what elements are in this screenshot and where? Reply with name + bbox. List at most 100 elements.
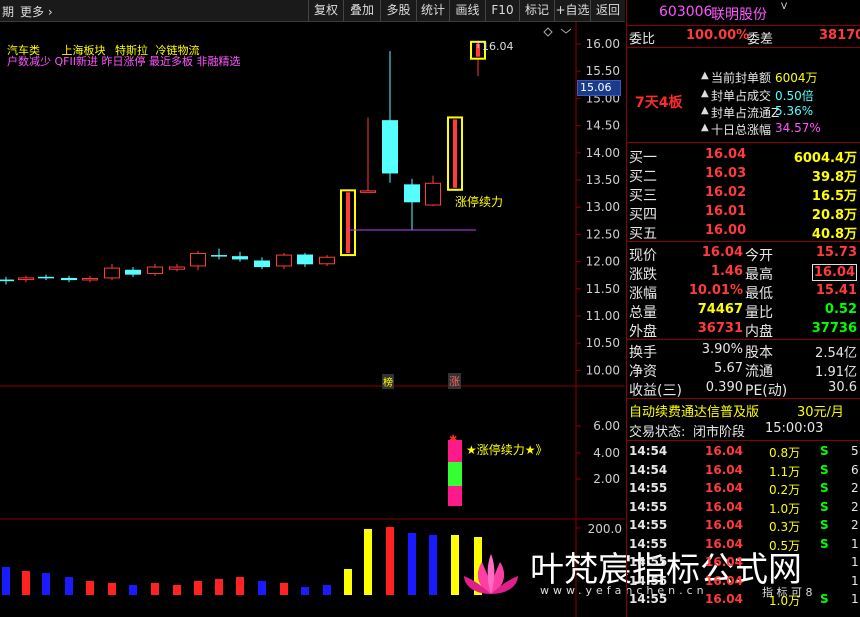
tick-row[interactable]: 14:55 16.04 1.0万 S 2: [627, 499, 860, 518]
price-axis-label: 10.00: [586, 363, 620, 377]
tick-time: 14:55: [629, 518, 668, 532]
candle-down[interactable]: [61, 277, 77, 281]
tick-row[interactable]: 14:55 16.04 1: [627, 554, 860, 573]
chart-toolbar: 期 更多 › 复权 叠加 多股 统计 画线 F10 标记 +自选 返回: [0, 0, 625, 22]
volume-bar: [173, 585, 181, 595]
tick-side: S: [820, 499, 829, 514]
tick-price: 16.04: [705, 536, 743, 551]
promo-row[interactable]: 自动续费通达信普及版 30元/月: [627, 400, 860, 420]
candle-up[interactable]: [190, 252, 206, 267]
seal-value: 6004万: [775, 71, 818, 85]
bid-row[interactable]: 买三 16.02 16.5万: [627, 184, 860, 204]
tick-row[interactable]: 14:55 16.04 1.0万 S 1: [627, 591, 860, 610]
candle-up[interactable]: [18, 277, 34, 281]
bid-row[interactable]: 买一 16.04 6004.4万: [627, 146, 860, 166]
tick-volume: 1.1万: [769, 464, 801, 479]
chevron-right-icon: ›: [44, 5, 53, 19]
tick-volume: 0.8万: [769, 446, 801, 460]
candle-down[interactable]: [382, 120, 398, 174]
bid-row[interactable]: 买五 16.00 40.8万: [627, 222, 860, 242]
tick-time: 14:55: [629, 555, 668, 569]
tick-price: 16.04: [705, 462, 743, 477]
indicator-axis-label: 6.00: [593, 419, 620, 433]
indicator-axis-label: 4.00: [593, 446, 620, 460]
limit-up-marker[interactable]: 涨: [448, 373, 461, 389]
toolbar-button[interactable]: +自选: [554, 0, 590, 21]
candle-up[interactable]: [82, 277, 98, 281]
bid-volume: 16.5万: [811, 189, 857, 204]
chevron-down-icon[interactable]: [560, 28, 572, 34]
candle-down[interactable]: [125, 269, 141, 275]
quote-value: 15.73: [815, 245, 857, 260]
quote-label: 涨跌: [629, 267, 657, 283]
candle-up[interactable]: [104, 267, 120, 279]
volume-bar: [65, 577, 73, 595]
diamond-icon[interactable]: [543, 27, 553, 37]
tick-count: 1: [851, 592, 859, 606]
candle-down[interactable]: [254, 260, 270, 268]
toolbar-button[interactable]: 复权: [308, 0, 343, 21]
weibi-value: 100.00%: [686, 28, 750, 43]
volume-bar: [386, 527, 394, 595]
stock-code: 603006: [659, 4, 713, 20]
bid-row[interactable]: 买四 16.01 20.8万: [627, 203, 860, 223]
quote-label: 今开: [745, 248, 773, 264]
candle-down[interactable]: [297, 254, 313, 265]
tick-count: 1: [851, 536, 859, 551]
candle-up[interactable]: [276, 254, 292, 267]
tick-row[interactable]: 14:55 16.04 0.3万 S 2: [627, 517, 860, 536]
candle-up[interactable]: [147, 266, 163, 275]
candle-down[interactable]: [232, 256, 248, 260]
tick-row[interactable]: 14:55 16.04 1: [627, 573, 860, 592]
toolbar-button[interactable]: 返回: [590, 0, 625, 21]
promo-text[interactable]: 自动续费通达信普及版: [629, 401, 759, 420]
toolbar-button[interactable]: 叠加: [343, 0, 380, 21]
candle-up[interactable]: [319, 256, 335, 265]
tick-volume: 0.3万: [769, 520, 801, 534]
seal-label: 十日总涨幅: [711, 123, 772, 137]
tick-row[interactable]: 14:55 16.04 0.5万 S 1: [627, 536, 860, 555]
fundamental-row: 净资 5.67 流通 1.91亿: [627, 360, 860, 380]
status-value: 闭市阶段: [693, 425, 746, 440]
tick-volume: 1.0万: [769, 594, 801, 608]
fund-label: 股本: [745, 345, 773, 361]
candle-down[interactable]: [211, 255, 227, 257]
fund-label: 收益(三): [629, 383, 682, 399]
volume-bar: [129, 585, 137, 595]
stock-name[interactable]: 联明股份: [711, 4, 767, 24]
high-price-label: 16.04: [482, 40, 514, 53]
volume-bar: [344, 569, 352, 595]
candle-up[interactable]: [169, 266, 185, 270]
toolbar-button[interactable]: 多股: [380, 0, 416, 21]
fundamental-row: 收益(三) 0.390 PE(动) 30.6: [627, 379, 860, 399]
tick-count: 5: [851, 444, 859, 458]
toolbar-button[interactable]: F10: [485, 0, 519, 21]
candle-up[interactable]: [425, 182, 441, 206]
tick-row[interactable]: 14:55 16.04 0.2万 S 2: [627, 480, 860, 499]
quote-row: 涨幅 10.01% 最低 15.41: [627, 282, 860, 302]
fund-value: 0.390: [705, 380, 743, 395]
tick-price: 16.04: [705, 555, 743, 569]
rank-marker[interactable]: 榜: [382, 374, 394, 389]
tick-row[interactable]: 14:54 16.04 1.1万 S 6: [627, 462, 860, 481]
kline-chart[interactable]: 16.0015.5015.0014.5014.0013.5013.0012.50…: [0, 22, 625, 617]
tick-time: 14:55: [629, 481, 668, 495]
bid-row[interactable]: 买二 16.03 39.8万: [627, 165, 860, 185]
period-label[interactable]: 期: [2, 3, 14, 20]
fundamental-row: 换手 3.90% 股本 2.54亿: [627, 341, 860, 361]
toolbar-button[interactable]: 统计: [416, 0, 449, 21]
tick-price: 16.04: [705, 481, 743, 495]
more-button[interactable]: 更多 ›: [20, 3, 53, 20]
toolbar-button[interactable]: 画线: [449, 0, 485, 21]
candle-down[interactable]: [38, 276, 54, 279]
toolbar-button[interactable]: 标记: [519, 0, 554, 21]
price-axis-label: 14.50: [586, 119, 620, 133]
quote-label: 最高: [745, 267, 773, 283]
candle-up[interactable]: [360, 190, 376, 193]
tick-row[interactable]: 14:54 16.04 0.8万 S 5: [627, 443, 860, 462]
tick-count: 2: [851, 481, 859, 495]
candle-down[interactable]: [404, 184, 420, 203]
candle-down[interactable]: [0, 279, 14, 282]
quote-value: 74467: [697, 302, 743, 317]
quote-row: 现价 16.04 今开 15.73: [627, 244, 860, 264]
